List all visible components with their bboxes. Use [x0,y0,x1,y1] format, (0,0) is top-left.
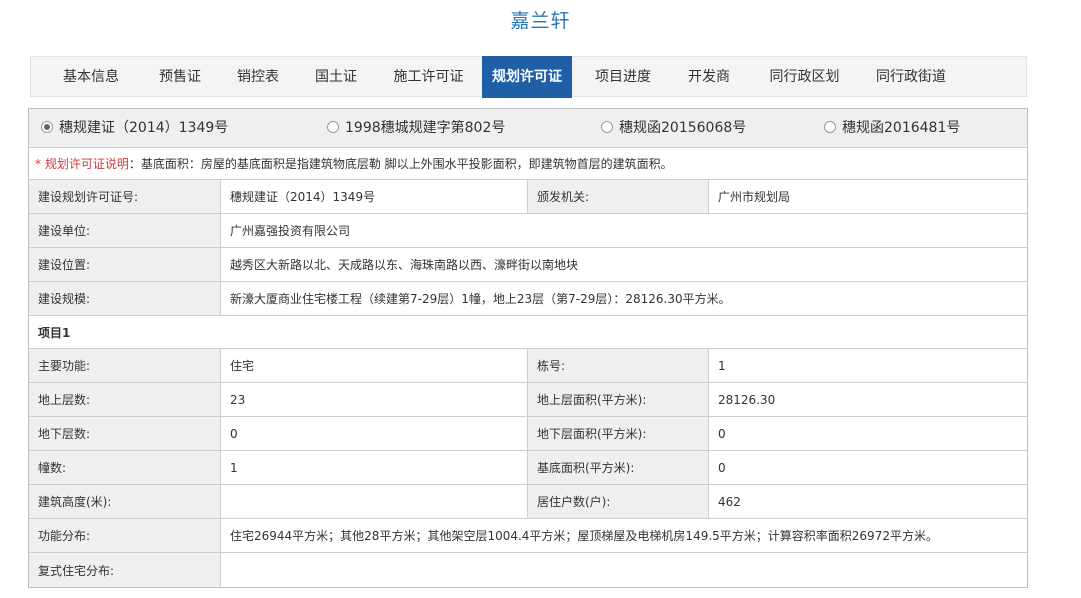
permit-option-3[interactable]: 穗规函20156068号 [601,109,746,147]
height-label: 建筑高度(米): [29,485,220,518]
permit-option-label: 穗规建证（2014）1349号 [59,120,229,136]
table-row: 建设位置: 越秀区大新路以北、天成路以东、海珠南路以西、濠畔街以南地块 [29,248,1027,282]
scale-value: 新濠大厦商业住宅楼工程（续建第7-29层）1幢，地上23层（第7-29层）：28… [220,282,1027,315]
floors-above-label: 地上层数: [29,383,220,416]
area-above-label: 地上层面积(平方米): [527,383,708,416]
location-value: 越秀区大新路以北、天成路以东、海珠南路以西、濠畔街以南地块 [220,248,1027,281]
households-label: 居住户数(户): [527,485,708,518]
permit-selector: 穗规建证（2014）1349号 1998穗城规建字第802号 穗规函201560… [29,109,1027,148]
tab-project-progress[interactable]: 项目进度 [582,57,664,97]
distribution-value: 住宅26944平方米；其他28平方米；其他架空层1004.4平方米；屋顶梯屋及电… [220,519,1027,552]
distribution-label: 功能分布: [29,519,220,552]
permit-option-2[interactable]: 1998穗城规建字第802号 [327,109,505,147]
height-value [220,485,527,518]
permit-option-1[interactable]: 穗规建证（2014）1349号 [41,109,228,147]
tab-planning-permit[interactable]: 规划许可证 [482,56,572,98]
planning-permit-panel: 穗规建证（2014）1349号 1998穗城规建字第802号 穗规函201560… [28,108,1028,588]
permit-option-label: 穗规函20156068号 [619,120,747,136]
permit-option-4[interactable]: 穗规函2016481号 [824,109,960,147]
duplex-value [220,553,1027,587]
builder-value: 广州嘉强投资有限公司 [220,214,1027,247]
tab-same-street[interactable]: 同行政街道 [855,57,967,97]
table-row: 建设规划许可证号: 穗规建证（2014）1349号 颁发机关: 广州市规划局 [29,180,1027,214]
function-label: 主要功能: [29,349,220,382]
table-row: 功能分布: 住宅26944平方米；其他28平方米；其他架空层1004.4平方米；… [29,519,1027,553]
project-heading: 项目1 [29,316,1027,348]
base-area-value: 0 [708,451,1027,484]
table-row: 复式住宅分布: [29,553,1027,587]
radio-icon [824,121,836,133]
radio-icon [327,121,339,133]
table-row: 地上层数: 23 地上层面积(平方米): 28126.30 [29,383,1027,417]
tab-sales-control[interactable]: 销控表 [219,57,297,97]
table-row: 幢数: 1 基底面积(平方米): 0 [29,451,1027,485]
tab-same-district[interactable]: 同行政区划 [754,57,855,97]
permit-no-value: 穗规建证（2014）1349号 [220,180,527,213]
radio-selected-icon [41,121,53,133]
tab-presale-permit[interactable]: 预售证 [141,57,219,97]
table-row: 建设规模: 新濠大厦商业住宅楼工程（续建第7-29层）1幢，地上23层（第7-2… [29,282,1027,316]
area-below-value: 0 [708,417,1027,450]
floors-above-value: 23 [220,383,527,416]
table-row: 建筑高度(米): 居住户数(户): 462 [29,485,1027,519]
base-area-label: 基底面积(平方米): [527,451,708,484]
table-row: 地下层数: 0 地下层面积(平方米): 0 [29,417,1027,451]
issuer-value: 广州市规划局 [708,180,1027,213]
scale-label: 建设规模: [29,282,220,315]
location-label: 建设位置: [29,248,220,281]
floors-below-label: 地下层数: [29,417,220,450]
note-text: ：基底面积：房屋的基底面积是指建筑物底层勒 脚以上外围水平投影面积，即建筑物首层… [128,157,673,171]
function-value: 住宅 [220,349,527,382]
page-title: 嘉兰轩 [510,10,571,32]
tab-bar: 基本信息 预售证 销控表 国土证 施工许可证 规划许可证 项目进度 开发商 同行… [30,56,1027,98]
floors-below-value: 0 [220,417,527,450]
radio-icon [601,121,613,133]
tab-land-certificate[interactable]: 国土证 [297,57,375,97]
table-row: 项目1 [29,316,1027,349]
permit-note: * 规划许可证说明：基底面积：房屋的基底面积是指建筑物底层勒 脚以上外围水平投影… [29,148,1027,180]
building-no-value: 1 [708,349,1027,382]
issuer-label: 颁发机关: [527,180,708,213]
tab-construction-permit[interactable]: 施工许可证 [375,57,482,97]
table-row: 主要功能: 住宅 栋号: 1 [29,349,1027,383]
tab-basic-info[interactable]: 基本信息 [41,57,141,97]
buildings-value: 1 [220,451,527,484]
area-above-value: 28126.30 [708,383,1027,416]
building-no-label: 栋号: [527,349,708,382]
permit-option-label: 1998穗城规建字第802号 [345,120,506,136]
builder-label: 建设单位: [29,214,220,247]
duplex-label: 复式住宅分布: [29,553,220,587]
area-below-label: 地下层面积(平方米): [527,417,708,450]
permit-option-label: 穗规函2016481号 [842,120,961,136]
buildings-label: 幢数: [29,451,220,484]
permit-no-label: 建设规划许可证号: [29,180,220,213]
households-value: 462 [708,485,1027,518]
note-prefix: * 规划许可证说明 [35,157,129,171]
table-row: 建设单位: 广州嘉强投资有限公司 [29,214,1027,248]
tab-developer[interactable]: 开发商 [664,57,754,97]
